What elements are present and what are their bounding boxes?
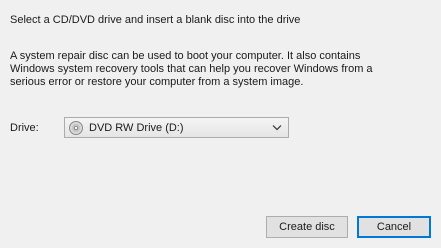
description-line: serious error or restore your computer f… (10, 76, 304, 88)
chevron-down-icon (272, 125, 282, 131)
description-line: Windows system recovery tools that can h… (10, 63, 373, 75)
drive-label: Drive: (10, 122, 39, 134)
instruction-text: Select a CD/DVD drive and insert a blank… (10, 14, 301, 26)
drive-select[interactable]: DVD RW Drive (D:) (64, 117, 289, 138)
drive-select-value: DVD RW Drive (D:) (89, 121, 184, 134)
cancel-button[interactable]: Cancel (357, 216, 431, 238)
description-line: A system repair disc can be used to boot… (10, 50, 361, 62)
create-disc-button[interactable]: Create disc (266, 216, 348, 238)
disc-drive-icon (69, 120, 83, 135)
description-text: A system repair disc can be used to boot… (10, 50, 435, 89)
